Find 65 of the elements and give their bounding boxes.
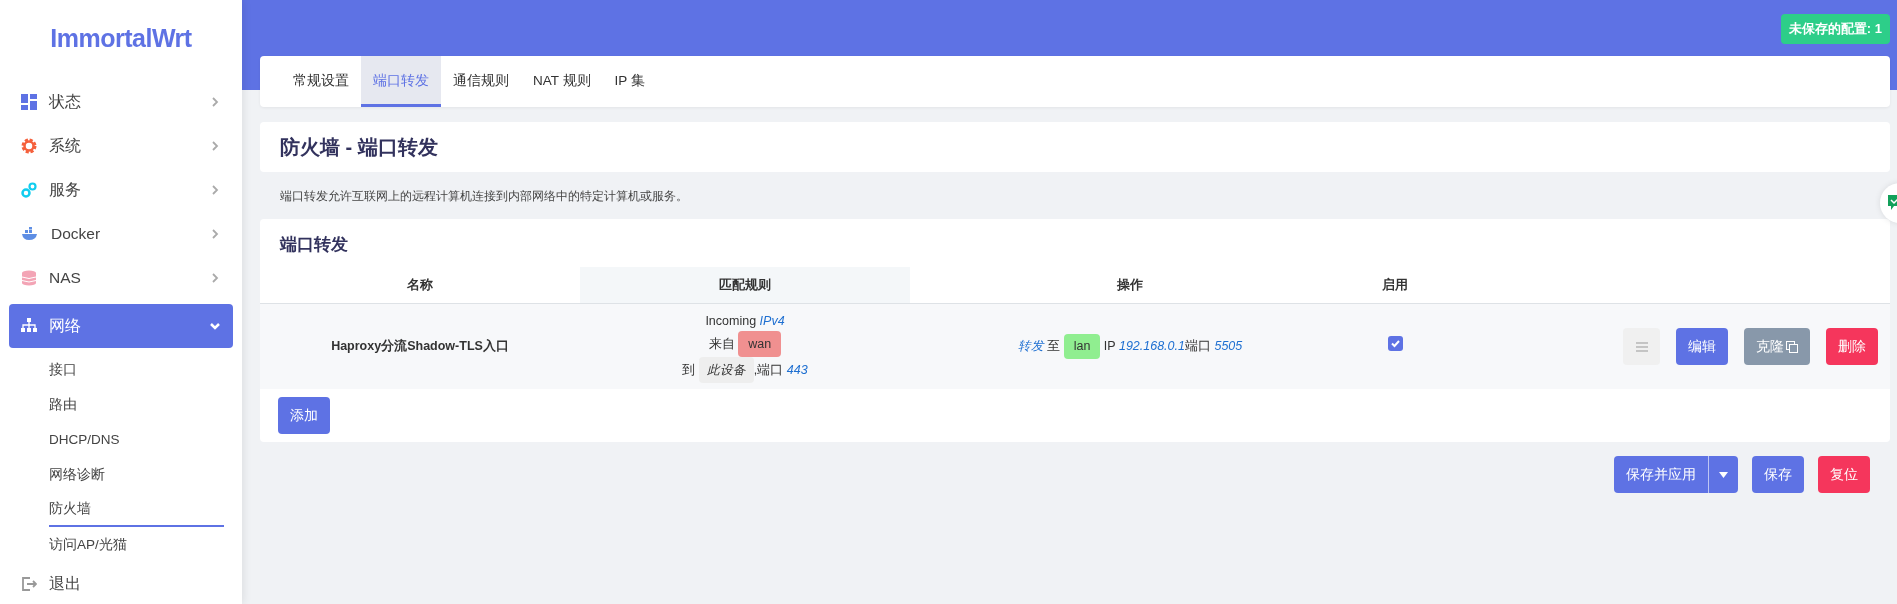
submenu-item[interactable]: 访问AP/光猫 [49,526,224,562]
ip-address: 192.168.0.1 [1118,339,1185,354]
tab[interactable]: IP 集 [602,56,657,107]
logout-item[interactable]: 退出 [9,561,233,604]
chevron-right-icon [209,139,221,152]
logo: ImmortalWrt [49,23,193,54]
chevron-right-icon [209,271,221,284]
from-label: 来自 [708,336,735,351]
sidebar-item[interactable]: NAS [9,255,233,300]
save-apply-button[interactable]: 保存并应用 [1614,456,1738,494]
sidebar-item[interactable]: Docker [9,211,233,256]
sidebar-item[interactable]: 网络 [9,303,233,348]
delete-button[interactable]: 删除 [1826,328,1878,366]
port-label: 端口 [1185,339,1211,354]
zone-tag: wan [738,330,782,357]
submenu-item[interactable]: DHCP/DNS [49,421,224,457]
menu-icon [1635,341,1648,352]
port-link[interactable]: 5505 [1214,339,1243,354]
port-label: ,端口 [753,362,784,377]
to-label: 到 [682,362,696,377]
tab[interactable]: 通信规则 [441,56,521,107]
sidebar-item[interactable]: 服务 [9,167,233,212]
chevron-right-icon [209,227,221,240]
tab[interactable]: 端口转发 [361,56,441,107]
reset-button[interactable]: 复位 [1818,456,1870,494]
chevron-right-icon [209,95,221,108]
copy-icon [1786,340,1798,353]
submenu-item[interactable]: 路由 [49,386,224,422]
save-button[interactable]: 保存 [1752,456,1804,494]
enable-checkbox[interactable] [1387,336,1403,352]
device-tag: 此设备 [698,356,754,383]
page-title: 防火墙 - 端口转发 [280,135,439,159]
sidebar-item[interactable]: 系统 [9,123,233,168]
submenu-item[interactable]: 网络诊断 [49,456,224,492]
logout-icon [21,575,37,592]
sitemap-icon [21,317,37,334]
ip-label: IP [1103,339,1116,354]
column-header: 匹配规则 [580,267,910,304]
description-text: 端口转发允许互联网上的远程计算机连接到内部网络中的特定计算机或服务。 [280,188,688,205]
dashboard-icon [21,93,37,110]
chevron-right-icon [209,183,221,196]
zone-tag: lan [1063,334,1101,359]
gear-icon [21,137,37,154]
tab[interactable]: 常规设置 [281,56,361,107]
action-link[interactable]: 转发 [1017,339,1044,354]
database-icon [21,269,37,286]
add-button[interactable]: 添加 [278,397,330,435]
submenu-item[interactable]: 接口 [49,351,224,387]
tab[interactable]: NAT 规则 [521,56,603,107]
sidebar-item[interactable]: 状态 [9,79,233,124]
direction-text: Incoming [705,313,757,328]
submenu-item[interactable]: 防火墙 [49,491,224,527]
dropdown-caret-icon [1719,471,1728,478]
family-link[interactable]: IPv4 [759,313,785,328]
section-title: 端口转发 [278,234,349,256]
rule-name: Haproxy分流Shadow-TLS入口 [331,339,509,354]
to-label: 至 [1047,339,1061,354]
drag-handle[interactable] [1623,328,1660,366]
gears-icon [21,181,37,198]
port-link[interactable]: 443 [786,362,808,377]
whale-icon [21,226,39,241]
edit-button[interactable]: 编辑 [1676,328,1728,366]
column-header: 启用 [1350,267,1440,304]
column-header: 操作 [910,267,1350,304]
column-header: 名称 [260,267,580,304]
